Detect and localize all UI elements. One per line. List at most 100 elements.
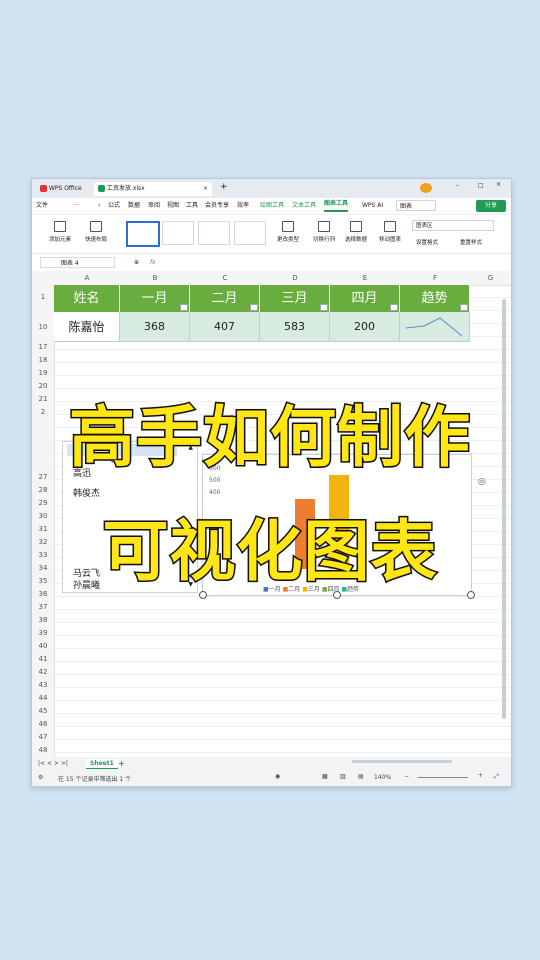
menu-efficiency[interactable]: 效率: [237, 198, 249, 214]
header-mar-label: 三月: [281, 291, 308, 306]
new-tab-icon[interactable]: +: [220, 182, 228, 192]
header-feb[interactable]: 二月: [190, 285, 260, 312]
filter-dropdown-icon[interactable]: [390, 304, 398, 311]
name-box[interactable]: 图表 4: [40, 257, 115, 268]
close-window-icon[interactable]: ×: [496, 181, 501, 188]
filter-dropdown-icon[interactable]: [320, 304, 328, 311]
header-apr-label: 四月: [351, 291, 378, 306]
menu-chart-tools[interactable]: 图表工具: [324, 198, 349, 212]
cell-apr[interactable]: 200: [330, 312, 400, 342]
filter-dropdown-icon[interactable]: [460, 304, 468, 311]
menu-file[interactable]: 文件: [36, 198, 48, 214]
minimize-icon[interactable]: –: [456, 182, 459, 189]
row-10[interactable]: 10: [32, 323, 54, 331]
share-button[interactable]: 分享: [476, 200, 506, 212]
user-avatar[interactable]: [420, 183, 432, 193]
col-F[interactable]: F: [400, 271, 470, 285]
col-A[interactable]: A: [54, 271, 120, 285]
menu-more[interactable]: ···: [74, 198, 80, 214]
row-28[interactable]: 28: [32, 486, 54, 494]
row-40[interactable]: 40: [32, 642, 54, 650]
row-46[interactable]: 46: [32, 720, 54, 728]
select-data-button[interactable]: 选择数据: [338, 221, 374, 243]
close-tab-icon[interactable]: ×: [203, 182, 208, 196]
chart-style-2[interactable]: [162, 221, 194, 245]
quick-layout-button[interactable]: 快速布局: [78, 221, 114, 243]
sheet-nav-icon[interactable]: |< < > >|: [38, 760, 68, 767]
row-37[interactable]: 37: [32, 603, 54, 611]
row-18[interactable]: 18: [32, 356, 54, 364]
menu-draw-tools[interactable]: 绘图工具: [260, 198, 284, 214]
zoom-out-icon[interactable]: −: [404, 773, 409, 780]
col-E[interactable]: E: [330, 271, 400, 285]
filter-dropdown-icon[interactable]: [250, 304, 258, 311]
chart-style-4[interactable]: [234, 221, 266, 245]
cell-mar[interactable]: 583: [260, 312, 330, 342]
cell-jan[interactable]: 368: [120, 312, 190, 342]
read-view-icon[interactable]: ▤: [358, 773, 364, 780]
row-43[interactable]: 43: [32, 681, 54, 689]
zoom-in-icon[interactable]: +: [478, 772, 483, 779]
row-44[interactable]: 44: [32, 694, 54, 702]
chart-style-1[interactable]: [126, 221, 160, 247]
search-input[interactable]: 图表: [396, 200, 436, 211]
menu-member[interactable]: 会员专享: [205, 198, 229, 214]
tab-file[interactable]: 工资发放.xlsx ×: [94, 182, 212, 196]
menu-view[interactable]: 视图: [167, 198, 179, 214]
page-view-icon[interactable]: ▥: [340, 773, 346, 780]
sheet-file-icon: [98, 185, 105, 192]
row-48[interactable]: 48: [32, 746, 54, 754]
eye-icon[interactable]: ◉: [275, 773, 280, 780]
header-mar[interactable]: 三月: [260, 285, 330, 312]
menu-tools[interactable]: 工具: [186, 198, 198, 214]
col-B[interactable]: B: [120, 271, 190, 285]
tab-file-label: 工资发放.xlsx: [106, 185, 145, 192]
row-19[interactable]: 19: [32, 369, 54, 377]
tab-wps-home[interactable]: WPS Office: [36, 182, 86, 196]
change-type-button[interactable]: 更改类型: [270, 221, 306, 243]
switch-row-col-button[interactable]: 切换行列: [306, 221, 342, 243]
cell-trend-sparkline[interactable]: [400, 312, 470, 342]
header-jan[interactable]: 一月: [120, 285, 190, 312]
cell-feb[interactable]: 407: [190, 312, 260, 342]
normal-view-icon[interactable]: ▦: [322, 773, 328, 780]
horizontal-scrollbar[interactable]: [352, 760, 452, 763]
col-G[interactable]: G: [470, 271, 511, 285]
header-trend[interactable]: 趋势: [400, 285, 470, 312]
chart-area-select[interactable]: 图表区: [412, 220, 494, 231]
status-bar: |< < > >| Sheet1 + ⚙ 在 15 个记录中筛选出 1 个 ◉ …: [32, 757, 511, 786]
menu-data[interactable]: 数据: [128, 198, 140, 214]
menu-formula[interactable]: 公式: [108, 198, 120, 214]
row-39[interactable]: 39: [32, 629, 54, 637]
zoom-slider[interactable]: [418, 777, 468, 778]
sheet-tab[interactable]: Sheet1: [86, 759, 118, 769]
add-element-button[interactable]: 添加元素: [42, 221, 78, 243]
menu-review[interactable]: 审阅: [148, 198, 160, 214]
zoom-level[interactable]: 140%: [374, 774, 391, 781]
row-47[interactable]: 47: [32, 733, 54, 741]
maximize-icon[interactable]: □: [478, 182, 484, 189]
cell-name[interactable]: 陈嘉怡: [54, 312, 120, 342]
menu-wps-ai[interactable]: WPS AI: [362, 198, 383, 214]
row-1[interactable]: 1: [32, 293, 54, 301]
col-D[interactable]: D: [260, 271, 330, 285]
chart-style-3[interactable]: [198, 221, 230, 245]
move-chart-button[interactable]: 移动图表: [372, 221, 408, 243]
set-format-button[interactable]: 设置格式: [416, 238, 438, 246]
header-name[interactable]: 姓名: [54, 285, 120, 312]
row-41[interactable]: 41: [32, 655, 54, 663]
header-apr[interactable]: 四月: [330, 285, 400, 312]
row-17[interactable]: 17: [32, 343, 54, 351]
reset-style-button[interactable]: 重置样式: [460, 238, 482, 246]
fullscreen-icon[interactable]: ⤢: [494, 773, 499, 781]
col-C[interactable]: C: [190, 271, 260, 285]
filter-dropdown-icon[interactable]: [180, 304, 188, 311]
zoom-cell-icon[interactable]: ⊕: [134, 255, 139, 271]
fx-label[interactable]: fx: [150, 255, 156, 271]
row-45[interactable]: 45: [32, 707, 54, 715]
row-42[interactable]: 42: [32, 668, 54, 676]
menu-text-tools[interactable]: 文本工具: [292, 198, 316, 214]
row-38[interactable]: 38: [32, 616, 54, 624]
back-icon[interactable]: ‹: [98, 198, 104, 214]
add-sheet-icon[interactable]: +: [118, 759, 125, 768]
